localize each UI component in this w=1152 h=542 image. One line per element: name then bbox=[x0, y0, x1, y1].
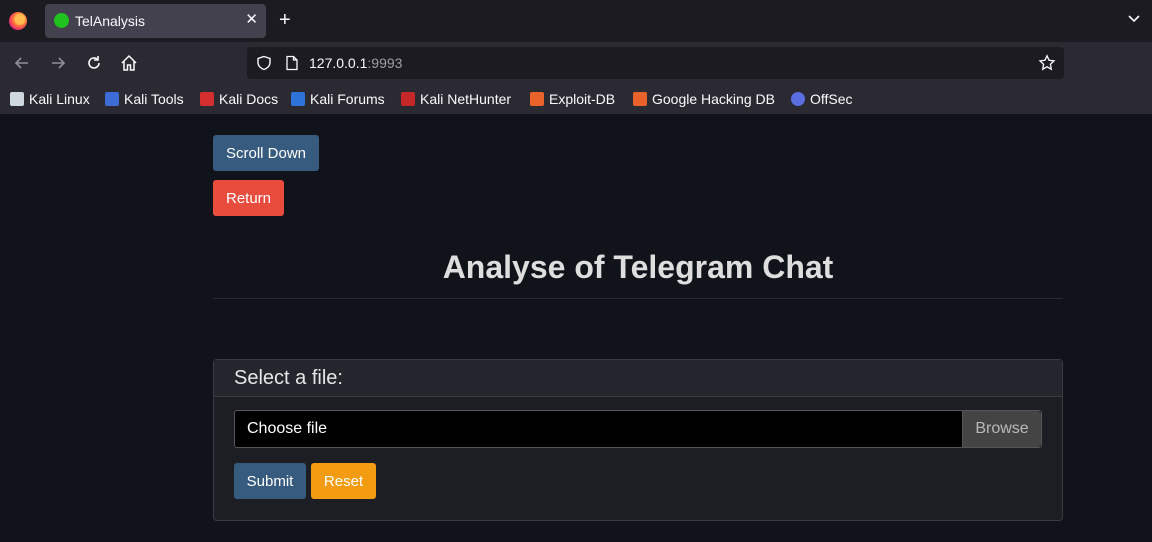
shield-icon[interactable] bbox=[256, 55, 272, 71]
exploit-db-icon bbox=[530, 92, 544, 106]
scroll-down-button[interactable]: Scroll Down bbox=[213, 135, 319, 171]
firefox-icon[interactable] bbox=[9, 12, 27, 30]
bookmark-label: Kali NetHunter bbox=[420, 91, 512, 107]
close-tab-icon[interactable]: ✕ bbox=[245, 11, 258, 29]
new-tab-button[interactable]: + bbox=[279, 9, 291, 31]
bookmarks-toolbar: Kali Linux Kali Tools Kali Docs Kali For… bbox=[0, 84, 1152, 114]
bookmark-exploit-db[interactable]: Exploit-DB bbox=[530, 90, 615, 108]
card-header: Select a file: bbox=[214, 360, 1062, 397]
tab-title: TelAnalysis bbox=[75, 13, 146, 29]
bookmark-label: Kali Linux bbox=[29, 91, 90, 107]
page-content: Scroll Down Return Analyse of Telegram C… bbox=[0, 114, 1152, 542]
back-icon[interactable] bbox=[12, 53, 32, 73]
url-text[interactable]: 127.0.0.1:9993 bbox=[309, 55, 402, 71]
bookmark-label: Kali Tools bbox=[124, 91, 184, 107]
url-port: :9993 bbox=[367, 55, 403, 71]
bookmark-kali-tools[interactable]: Kali Tools bbox=[105, 90, 184, 108]
page-title: Analyse of Telegram Chat bbox=[442, 249, 834, 285]
bookmark-kali-nethunter[interactable]: Kali NetHunter bbox=[401, 90, 511, 108]
home-icon[interactable] bbox=[119, 53, 139, 73]
kali-forums-icon bbox=[291, 92, 305, 106]
file-input-label: Choose file bbox=[247, 420, 328, 437]
card-header-text: Select a file: bbox=[234, 367, 343, 389]
page-icon[interactable] bbox=[285, 55, 299, 71]
bookmark-offsec[interactable]: OffSec bbox=[791, 90, 853, 108]
url-host: 127.0.0.1 bbox=[309, 55, 368, 71]
offsec-icon bbox=[791, 92, 805, 106]
bookmark-label: Kali Forums bbox=[310, 91, 385, 107]
submit-button[interactable]: Submit bbox=[234, 463, 306, 499]
upload-card: Select a file: Choose file Browse Submit… bbox=[213, 359, 1063, 521]
bookmark-label: Exploit-DB bbox=[549, 91, 616, 107]
browser-tab[interactable]: TelAnalysis ✕ bbox=[45, 4, 266, 38]
bookmark-kali-linux[interactable]: Kali Linux bbox=[10, 90, 90, 108]
tab-strip: TelAnalysis ✕ + bbox=[0, 0, 1152, 42]
reload-icon[interactable] bbox=[84, 53, 104, 73]
bookmark-kali-forums[interactable]: Kali Forums bbox=[291, 90, 385, 108]
forward-icon[interactable] bbox=[48, 53, 68, 73]
reset-button[interactable]: Reset bbox=[311, 463, 376, 499]
kali-nethunter-icon bbox=[401, 92, 415, 106]
browse-button[interactable]: Browse bbox=[962, 411, 1041, 447]
bookmark-google-hacking-db[interactable]: Google Hacking DB bbox=[633, 90, 775, 108]
nav-bar: 127.0.0.1:9993 bbox=[0, 42, 1152, 84]
title-divider bbox=[213, 298, 1063, 299]
bookmark-star-icon[interactable] bbox=[1038, 54, 1056, 72]
kali-dragon-icon bbox=[10, 92, 24, 106]
bookmark-label: Google Hacking DB bbox=[652, 91, 775, 107]
return-button[interactable]: Return bbox=[213, 180, 284, 216]
ghdb-icon bbox=[633, 92, 647, 106]
tab-favicon-icon bbox=[54, 13, 69, 28]
chevron-down-icon[interactable] bbox=[1126, 10, 1142, 26]
bookmark-label: Kali Docs bbox=[219, 91, 279, 107]
kali-docs-icon bbox=[200, 92, 214, 106]
bookmark-kali-docs[interactable]: Kali Docs bbox=[200, 90, 278, 108]
file-input[interactable]: Choose file Browse bbox=[234, 410, 1042, 448]
kali-tools-icon bbox=[105, 92, 119, 106]
url-bar[interactable]: 127.0.0.1:9993 bbox=[247, 47, 1064, 79]
bookmark-label: OffSec bbox=[810, 91, 853, 107]
